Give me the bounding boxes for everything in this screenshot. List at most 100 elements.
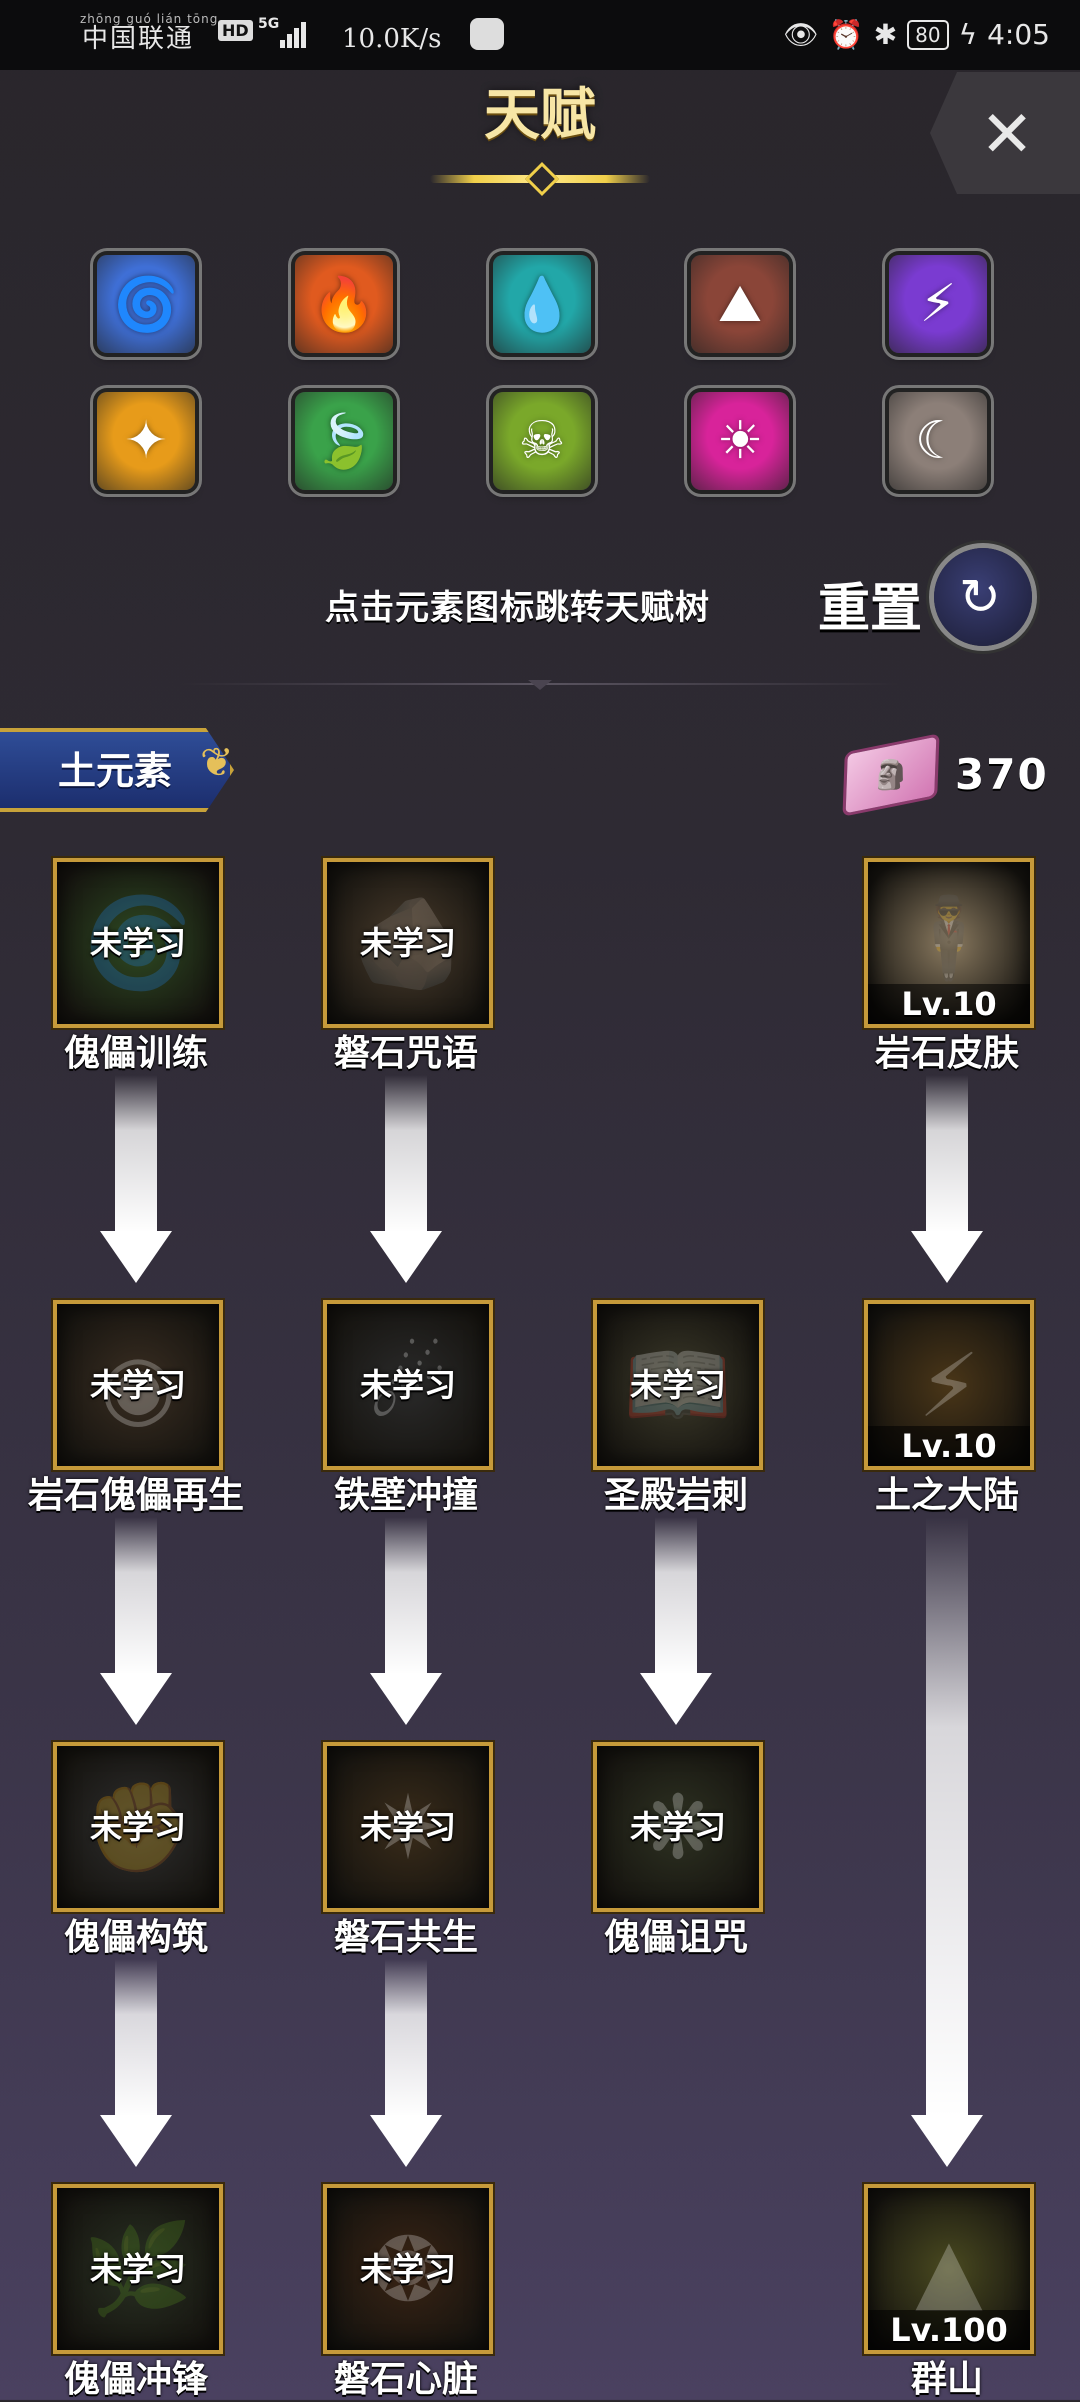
arrow-down-icon <box>640 1673 712 1725</box>
talent-node-golem-construct[interactable]: ✊ 未学习 <box>53 1742 223 1912</box>
element-button-fire[interactable]: 🔥 <box>295 255 393 353</box>
element-button-light[interactable]: ✦ <box>97 392 195 490</box>
arrow-down-icon <box>370 1673 442 1725</box>
talent-node-rock-symbiosis[interactable]: ✷ 未学习 <box>323 1742 493 1912</box>
talent-status: 未学习 <box>359 924 456 962</box>
arrow-connector <box>115 1517 157 1675</box>
talent-name: 磐石共生 <box>333 1917 478 1958</box>
hd-badge: HD <box>218 20 253 41</box>
arrow-down-icon <box>911 2115 983 2167</box>
charging-icon: ϟ <box>958 18 978 51</box>
light-element-icon: ✦ <box>124 411 168 471</box>
talent-node-temple-rock-spike[interactable]: 📖 未学习 <box>593 1300 763 1470</box>
earth-element-icon: ⛰ <box>718 273 762 334</box>
talent-card-icon: 🗿 <box>871 758 911 792</box>
talent-name: 岩石傀儡再生 <box>27 1475 244 1516</box>
talent-node-rock-incantation[interactable]: 🪨 未学习 <box>323 858 493 1028</box>
poison-element-icon: ☠ <box>518 411 566 471</box>
talent-points-value: 370 <box>955 750 1049 799</box>
talent-status: 未学习 <box>89 2250 186 2288</box>
arrow-connector <box>115 1959 157 2117</box>
arrow-connector <box>655 1517 697 1675</box>
talent-status: 未学习 <box>89 924 186 962</box>
arrow-down-icon <box>100 2115 172 2167</box>
talent-name: 磐石心脏 <box>333 2359 478 2400</box>
talent-name: 土之大陆 <box>874 1475 1019 1516</box>
signal-icon <box>280 18 308 48</box>
arrow-down-icon <box>911 1231 983 1283</box>
eye-icon: 👁 <box>783 18 819 51</box>
holy-element-icon: ☀ <box>716 411 764 471</box>
water-element-icon: 💧 <box>509 274 575 335</box>
arrow-connector <box>385 1075 427 1233</box>
arrow-down-icon <box>100 1231 172 1283</box>
close-icon[interactable]: ✕ <box>962 95 1052 175</box>
arrow-connector <box>926 1075 968 1233</box>
element-button-water[interactable]: 💧 <box>493 255 591 353</box>
talent-name: 傀儡冲锋 <box>63 2359 208 2400</box>
element-button-earth[interactable]: ⛰ <box>691 255 789 353</box>
status-bar: zhōng guó lián tōng 中国联通 HD 5G 10.0K/s 👁… <box>0 0 1080 70</box>
talent-node-iron-wall-charge[interactable]: ☄ 未学习 <box>323 1300 493 1470</box>
network-speed: 10.0K/s <box>342 24 442 54</box>
notification-app-icon <box>470 18 504 50</box>
carrier-name: 中国联通 <box>82 24 195 54</box>
talent-node-rock-heart[interactable]: ❂ 未学习 <box>323 2184 493 2354</box>
network-type: 5G <box>258 16 280 32</box>
hint-text: 点击元素图标跳转天赋树 <box>325 588 710 628</box>
talent-node-golem-charge[interactable]: 🌿 未学习 <box>53 2184 223 2354</box>
element-button-dark[interactable]: ☾ <box>889 392 987 490</box>
nature-element-icon: 🍃 <box>311 411 377 472</box>
talent-level: Lv.100 <box>868 2310 1030 2350</box>
talent-name: 铁壁冲撞 <box>333 1475 478 1516</box>
arrow-connector <box>385 1517 427 1675</box>
talent-name: 傀儡诅咒 <box>603 1917 748 1958</box>
talent-node-rock-skin[interactable]: 🕴 Lv.10 <box>864 858 1034 1028</box>
talent-name: 岩石皮肤 <box>874 1033 1019 1074</box>
arrow-connector <box>115 1075 157 1233</box>
alarm-icon: ⏰ <box>828 18 864 51</box>
dark-element-icon: ☾ <box>914 411 962 471</box>
page-title: 天赋 <box>484 83 596 148</box>
talent-node-mountains[interactable]: ▲ Lv.100 <box>864 2184 1034 2354</box>
talent-node-earth-continent[interactable]: ⚡ Lv.10 <box>864 1300 1034 1470</box>
arrow-down-icon <box>100 1673 172 1725</box>
arrow-connector <box>385 1959 427 2117</box>
element-button-holy[interactable]: ☀ <box>691 392 789 490</box>
talent-status: 未学习 <box>89 1808 186 1846</box>
status-time: 4:05 <box>987 18 1050 51</box>
talent-status: 未学习 <box>359 2250 456 2288</box>
reset-icon[interactable]: ↻ <box>959 572 1001 622</box>
talent-status: 未学习 <box>629 1366 726 1404</box>
arrow-connector <box>926 1517 968 2117</box>
talent-status: 未学习 <box>359 1366 456 1404</box>
talent-node-rock-golem-regen[interactable]: ◉ 未学习 <box>53 1300 223 1470</box>
element-button-wind[interactable]: 🌀 <box>97 255 195 353</box>
talent-node-golem-training[interactable]: 🌀 未学习 <box>53 858 223 1028</box>
element-button-poison[interactable]: ☠ <box>493 392 591 490</box>
element-button-thunder[interactable]: ⚡ <box>889 255 987 353</box>
element-tag-label: 土元素 <box>58 749 173 793</box>
talent-name: 磐石咒语 <box>333 1033 478 1074</box>
talent-status: 未学习 <box>359 1808 456 1846</box>
arrow-down-icon <box>370 1231 442 1283</box>
battery-indicator: 80 <box>907 19 949 50</box>
bluetooth-icon: ✱ <box>873 18 898 51</box>
talent-node-golem-curse[interactable]: ❋ 未学习 <box>593 1742 763 1912</box>
fire-element-icon: 🔥 <box>311 274 377 335</box>
arrow-down-icon <box>370 2115 442 2167</box>
divider-notch <box>528 680 552 690</box>
talent-level: Lv.10 <box>868 984 1030 1024</box>
talent-points-icon: 🗿 <box>845 736 937 814</box>
tag-ornament-icon: ❦ <box>200 740 234 786</box>
talent-name: 群山 <box>910 2359 983 2400</box>
element-button-nature[interactable]: 🍃 <box>295 392 393 490</box>
talent-status: 未学习 <box>629 1808 726 1846</box>
title-decoration <box>430 162 650 196</box>
thunder-element-icon: ⚡ <box>919 274 957 334</box>
wind-element-icon: 🌀 <box>113 274 179 335</box>
talent-name: 圣殿岩刺 <box>603 1475 748 1516</box>
talent-name: 傀儡构筑 <box>63 1917 208 1958</box>
status-right: 👁 ⏰ ✱ 80 ϟ 4:05 <box>783 18 1050 51</box>
reset-label[interactable]: 重置 <box>818 566 922 641</box>
